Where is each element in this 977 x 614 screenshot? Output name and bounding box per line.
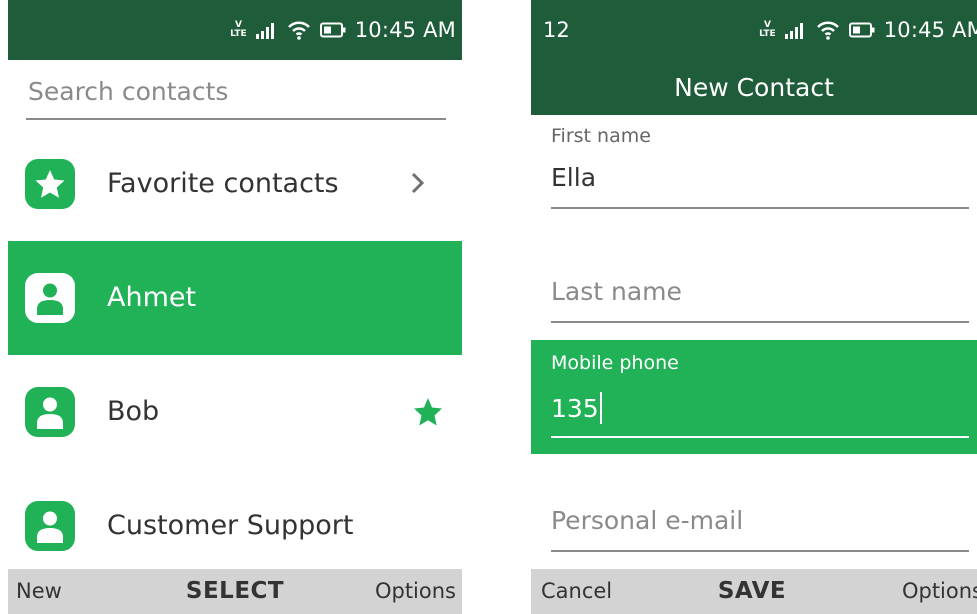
chevron-right-icon xyxy=(411,172,425,194)
list-item-bob[interactable]: Bob xyxy=(8,355,462,469)
favorite-star-icon xyxy=(414,398,442,426)
list-item-label: Favorite contacts xyxy=(107,168,339,199)
battery-icon xyxy=(319,22,346,38)
last-name-placeholder: Last name xyxy=(551,277,682,306)
softkey-options[interactable]: Options xyxy=(375,569,456,614)
softkey-bar: SELECT New Options xyxy=(8,569,462,614)
person-icon xyxy=(25,273,75,323)
contacts-screen: V LTE 10:45 AM Search contacts Favorite … xyxy=(8,0,462,614)
status-icons: V LTE 10:45 AM xyxy=(230,0,456,60)
status-bar: V LTE 10:45 AM xyxy=(8,0,462,60)
status-icons: V LTE 10:45 AM xyxy=(759,0,977,60)
list-item-label: Bob xyxy=(107,396,160,427)
status-time: 10:45 AM xyxy=(354,18,456,42)
field-underline xyxy=(551,321,969,323)
battery-icon xyxy=(848,22,875,38)
softkey-new[interactable]: New xyxy=(16,569,62,614)
list-item-label: Customer Support xyxy=(107,510,354,541)
search-contacts-input[interactable] xyxy=(26,64,446,120)
mobile-phone-value: 135 xyxy=(551,392,602,424)
list-item-customer-support[interactable]: Customer Support xyxy=(8,469,462,583)
mobile-phone-field[interactable]: Mobile phone 135 xyxy=(531,340,977,454)
softkey-options[interactable]: Options xyxy=(902,569,977,614)
person-icon xyxy=(25,501,75,551)
mobile-phone-text: 135 xyxy=(551,393,599,423)
new-contact-screen: 12 V LTE 10:45 AM New Contact First name… xyxy=(531,0,977,614)
field-underline xyxy=(551,550,969,552)
first-name-field[interactable]: First name Ella xyxy=(531,115,977,225)
personal-email-field[interactable]: Personal e-mail xyxy=(531,454,977,569)
signal-icon xyxy=(784,23,803,39)
personal-email-placeholder: Personal e-mail xyxy=(551,506,744,535)
wifi-icon xyxy=(287,21,310,40)
volte-lte-icon: V LTE xyxy=(759,20,776,39)
person-icon xyxy=(25,387,75,437)
text-caret xyxy=(599,392,602,424)
wifi-icon xyxy=(816,21,839,40)
first-name-value: Ella xyxy=(551,163,597,192)
softkey-cancel[interactable]: Cancel xyxy=(541,569,612,614)
status-time: 10:45 AM xyxy=(883,18,977,42)
first-name-label: First name xyxy=(551,125,651,147)
list-item-label: Ahmet xyxy=(107,282,197,313)
status-bar: 12 V LTE 10:45 AM xyxy=(531,0,977,60)
field-underline xyxy=(551,207,969,209)
signal-icon xyxy=(255,23,274,39)
last-name-field[interactable]: Last name xyxy=(531,225,977,340)
status-notification-count: 12 xyxy=(543,18,570,42)
mobile-phone-label: Mobile phone xyxy=(551,352,679,374)
list-item-ahmet[interactable]: Ahmet xyxy=(8,241,462,355)
list-item-favorite-contacts[interactable]: Favorite contacts xyxy=(8,127,462,241)
page-title: New Contact xyxy=(531,60,977,115)
star-icon xyxy=(25,159,75,209)
field-underline xyxy=(551,436,969,438)
volte-lte-icon: V LTE xyxy=(230,20,247,39)
softkey-bar: SAVE Cancel Options xyxy=(531,569,977,614)
